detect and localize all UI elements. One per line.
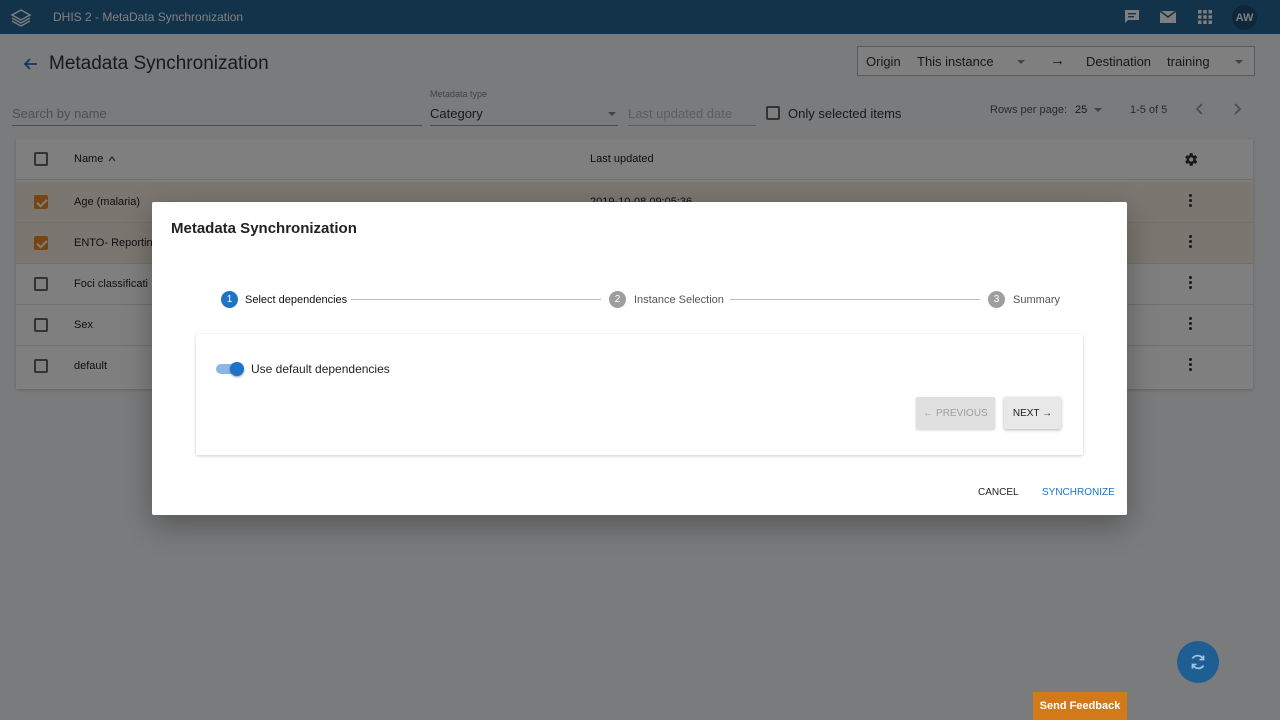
step-2-badge: 2: [609, 291, 626, 308]
toggle-knob[interactable]: [230, 362, 244, 376]
sync-dialog: Metadata Synchronization 1 Select depend…: [152, 202, 1127, 515]
default-dependencies-label: Use default dependencies: [251, 362, 390, 376]
step-2-label: Instance Selection: [634, 294, 724, 306]
stepper-connector: [351, 299, 601, 300]
sync-icon: [1191, 654, 1205, 670]
step-1-label: Select dependencies: [245, 294, 348, 306]
dialog-title: Metadata Synchronization: [171, 220, 357, 237]
step-1-badge: 1: [221, 291, 238, 308]
previous-button[interactable]: ← PREVIOUS: [916, 397, 995, 429]
step-content-card: Use default dependencies ← PREVIOUS NEXT…: [196, 334, 1083, 455]
step-3-badge: 3: [988, 291, 1005, 308]
synchronize-button[interactable]: SYNCHRONIZE: [1042, 487, 1115, 498]
step-3-label: Summary: [1013, 294, 1061, 306]
next-button[interactable]: NEXT →: [1004, 397, 1061, 429]
send-feedback-button[interactable]: Send Feedback: [1033, 692, 1127, 720]
sync-fab-button[interactable]: [1177, 641, 1219, 683]
stepper-connector: [730, 299, 980, 300]
cancel-button[interactable]: CANCEL: [978, 487, 1019, 498]
